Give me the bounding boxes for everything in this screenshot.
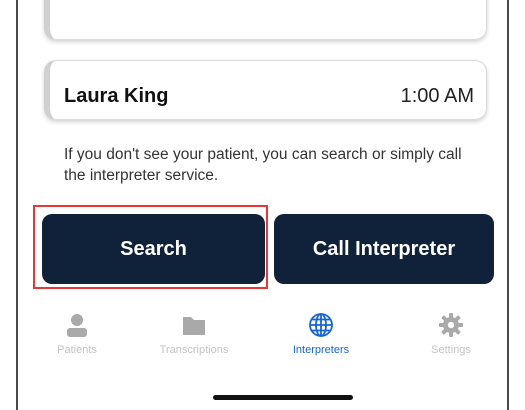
person-icon bbox=[67, 314, 87, 337]
globe-icon bbox=[309, 313, 333, 337]
tab-label: Settings bbox=[431, 344, 471, 356]
patient-name: Laura King bbox=[64, 85, 169, 107]
patient-card[interactable] bbox=[44, 0, 487, 40]
bottom-tab-bar: Patients Transcriptions Interpreters Set… bbox=[18, 308, 507, 368]
search-button-highlight bbox=[33, 205, 268, 289]
call-interpreter-button[interactable]: Call Interpreter bbox=[274, 214, 494, 284]
patient-card[interactable]: Laura King 1:00 AM bbox=[44, 60, 487, 120]
tab-label: Transcriptions bbox=[159, 344, 229, 356]
tab-patients[interactable]: Patients bbox=[22, 308, 132, 368]
folder-icon bbox=[183, 317, 205, 335]
tab-interpreters[interactable]: Interpreters bbox=[266, 308, 376, 368]
tab-label: Patients bbox=[57, 344, 97, 356]
tab-label: Interpreters bbox=[292, 344, 350, 356]
app-screen: Laura King 1:00 AM If you don't see your… bbox=[16, 0, 509, 410]
appointment-time: 1:00 AM bbox=[400, 85, 474, 107]
tab-transcriptions[interactable]: Transcriptions bbox=[139, 308, 249, 368]
search-hint-text: If you don't see your patient, you can s… bbox=[64, 146, 462, 184]
home-indicator bbox=[213, 395, 353, 400]
gear-icon bbox=[439, 313, 463, 337]
tab-settings[interactable]: Settings bbox=[396, 308, 506, 368]
